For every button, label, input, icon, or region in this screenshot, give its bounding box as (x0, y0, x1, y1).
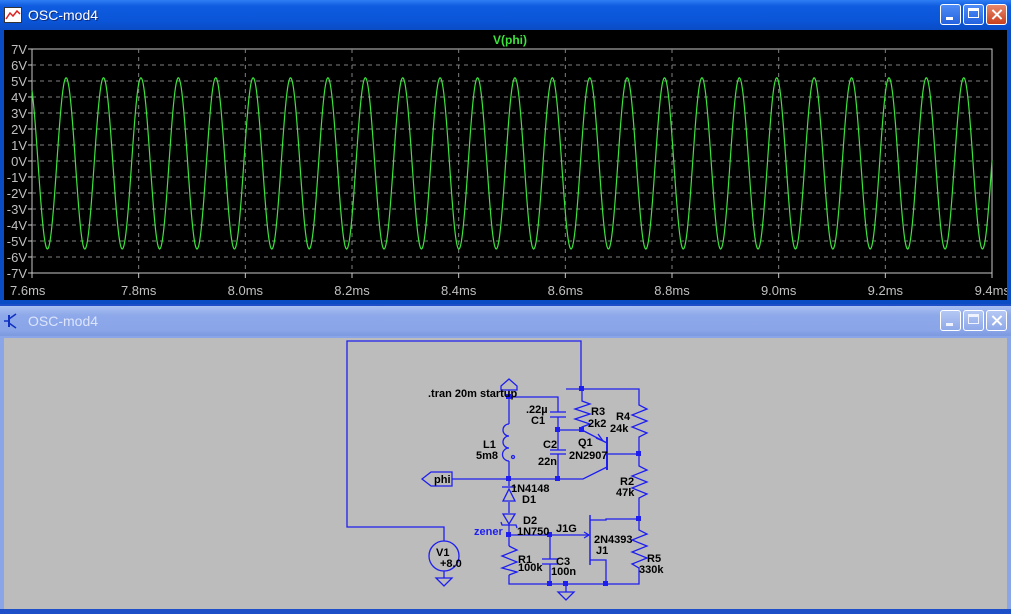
y-tick-label: 6V (11, 58, 27, 73)
schematic-canvas[interactable]: .tran 20m startup phi zener J1G .22µ C1 … (4, 338, 1007, 609)
r2-value: 47k (616, 487, 635, 499)
x-tick-label: 8.0ms (228, 283, 264, 298)
y-tick-label: -1V (7, 170, 28, 185)
y-tick-label: -2V (7, 186, 28, 201)
d1-name: D1 (522, 494, 536, 506)
x-tick-label: 9.4ms (975, 283, 1007, 298)
q1-value: 2N2907 (569, 450, 608, 462)
c1-name: C1 (531, 415, 545, 427)
c2-value: 22n (538, 456, 557, 468)
c2-name: C2 (543, 439, 557, 451)
x-tick-label: 9.0ms (761, 283, 797, 298)
y-tick-label: 1V (11, 138, 27, 153)
x-tick-label: 9.2ms (868, 283, 904, 298)
y-tick-label: -4V (7, 218, 28, 233)
r5-value: 330k (639, 564, 664, 576)
schematic-drawing: .tran 20m startup phi zener J1G .22µ C1 … (346, 340, 664, 601)
l1-value: 5m8 (476, 450, 498, 462)
j1-name: J1 (596, 545, 608, 557)
net-label-phi: phi (434, 474, 451, 486)
y-tick-label: -6V (7, 250, 28, 265)
schematic-window-titlebar[interactable]: OSC-mod4 (0, 306, 1011, 336)
r1-value: 100k (518, 562, 543, 574)
trace-v-phi[interactable] (31, 77, 993, 250)
waveform-plot-pane[interactable]: V(phi) 7V 6V 5V 4V 3V 2V 1V 0V -1V -2V -3V -4V -5V -6… (4, 30, 1011, 300)
x-tick-label: 8.6ms (548, 283, 584, 298)
ground-icon (434, 577, 454, 587)
close-button[interactable] (986, 4, 1007, 25)
y-tick-label: -5V (7, 234, 28, 249)
plot-window-title: OSC-mod4 (28, 7, 99, 23)
jfet-j1[interactable] (583, 515, 591, 565)
close-button[interactable] (986, 310, 1007, 331)
capacitor-c1[interactable] (550, 411, 566, 418)
r4-value: 24k (610, 423, 629, 435)
maximize-button[interactable] (963, 4, 984, 25)
waveform-icon (4, 7, 22, 23)
y-tick-label: 2V (11, 122, 27, 137)
d2-value: 1N750 (517, 526, 549, 538)
plot-window-titlebar[interactable]: OSC-mod4 (0, 0, 1011, 30)
transistor-icon (4, 313, 17, 329)
ground-icon (556, 591, 576, 601)
resistor-r1[interactable] (499, 545, 520, 576)
y-tick-label: 0V (11, 154, 27, 169)
r4-name: R4 (616, 411, 631, 423)
minimize-button[interactable] (940, 4, 961, 25)
y-tick-label: 5V (11, 74, 27, 89)
x-tick-label: 7.6ms (10, 283, 46, 298)
y-tick-label: -7V (7, 266, 28, 281)
y-tick-label: 4V (11, 90, 27, 105)
schematic-window: OSC-mod4 .tran 20m startup phi zener J1G… (0, 306, 1011, 609)
r3-value: 2k2 (588, 418, 606, 430)
y-tick-label: 7V (11, 42, 27, 57)
minimize-button[interactable] (940, 310, 961, 331)
y-tick-label: 3V (11, 106, 27, 121)
r3-name: R3 (591, 406, 605, 418)
x-tick-label: 7.8ms (121, 283, 157, 298)
spice-directive[interactable]: .tran 20m startup (428, 388, 518, 400)
chart-title: V(phi) (493, 33, 527, 47)
v1-value: +8.0 (440, 558, 462, 570)
y-tick-label: -3V (7, 202, 28, 217)
x-tick-label: 8.4ms (441, 283, 477, 298)
inductor-l1[interactable] (501, 423, 510, 462)
c3-value: 100n (551, 566, 576, 578)
net-label-zener: zener (474, 526, 503, 538)
resistor-r4[interactable] (630, 397, 649, 454)
waveform-chart: V(phi) 7V6V5V4V3V2V1V0V-1V-2V-3V-4V-5V-6… (7, 33, 1011, 298)
plot-window: OSC-mod4 V(phi) 7V 6V 5V 4V 3V 2V 1V 0V -1V -2V -3… (0, 0, 1011, 304)
maximize-button[interactable] (963, 310, 984, 331)
net-label-j1g: J1G (556, 523, 577, 535)
schematic-window-title: OSC-mod4 (28, 313, 99, 329)
x-tick-label: 8.2ms (334, 283, 370, 298)
x-tick-label: 8.8ms (654, 283, 690, 298)
q1-name: Q1 (578, 437, 593, 449)
